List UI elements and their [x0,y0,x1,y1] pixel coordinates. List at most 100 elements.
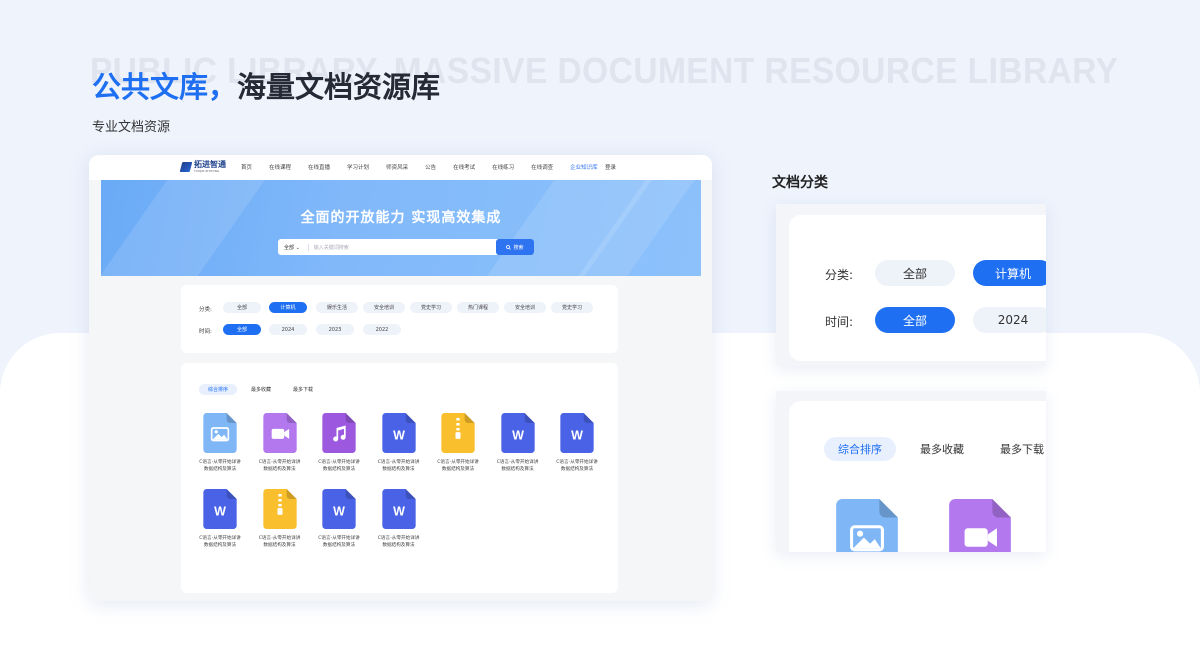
word-icon: W [203,489,237,529]
hero-banner: 全面的开放能力 实现高效集成 全部 ⌄ 输入关键词搜索 搜索 [101,180,701,276]
logo-subtext: TUOJIN ZHITONG [194,169,220,173]
svg-text:W: W [571,429,583,443]
time-label: 时间: [825,315,854,329]
logo-mark-icon [179,162,193,172]
nav-item[interactable]: 首页 [241,163,252,171]
banner-title: 全面的开放能力 实现高效集成 [300,210,502,226]
image-icon [203,413,237,453]
sort-tab[interactable]: 最多下载 [284,384,322,395]
category-chip[interactable]: 热门课程 [457,302,499,313]
music-icon [322,413,356,453]
category-chip[interactable]: 计算机 [269,302,307,313]
nav-item[interactable]: 在线考试 [453,163,475,171]
file-item[interactable]: W C语言-从零开始详讲 数据结构及算法 [547,413,607,473]
document-results: 综合排序 最多收藏 最多下载 C语言-从零开始详讲 数据结构及算法 C语言-从零开始详讲数… [181,363,618,593]
word-icon: W [381,413,416,453]
file-name: C语言-从零开始详讲 数据结构及算法 [377,460,420,472]
sort-tab-favorites[interactable]: 最多收藏 [911,437,973,461]
website-mockup: 拓进智通 TUOJIN ZHITONG 首页 在线课程 在线直播 学习计划 师资风采 公告… [89,155,712,601]
category-chip-all[interactable]: 全部 [875,260,955,286]
svg-text:W: W [393,505,405,519]
sort-tab-default[interactable]: 综合排序 [824,437,896,461]
filter-detail-card: 分类: 全部 计算机 时间: 全部 2024 [789,215,1046,361]
page-title: 公共文库，海量文档资源库 [92,64,440,106]
file-name: C语言-从零开始详讲 数据结构及算法 [377,536,420,548]
file-item[interactable]: W C语言-从零开始详讲 数据结构及算法 [309,489,369,549]
nav-item[interactable]: 在线课程 [269,163,291,171]
category-chip[interactable]: 党史学习 [410,302,452,313]
svg-text:W: W [512,429,524,443]
category-chip[interactable]: 安全培训 [363,302,405,313]
file-item[interactable]: W C语言-从零开始详讲 数据结构及算法 [488,413,548,473]
file-item[interactable]: C语言-从零开始详讲 数据结构及算法 [250,489,310,549]
category-label: 分类: [825,268,854,282]
file-item[interactable]: W C语言-从零开始详讲 数据结构及算法 [369,413,429,473]
nav-item[interactable]: 学习计划 [347,163,369,171]
word-icon: W [500,413,535,453]
file-name: C语言-从零开始详讲 数据结构及算法 [556,460,598,472]
file-item[interactable]: C语言-从零开始详讲 数据结构及算法 [309,413,369,473]
file-name: C语言-从零开始详讲 数据结构及算法 [258,460,301,472]
time-chip-all[interactable]: 全部 [875,307,955,333]
nav-item[interactable]: 在线调查 [531,163,553,171]
svg-text:W: W [214,505,226,519]
file-name: C语言-从零开始详讲 数据结构及算法 [258,536,301,548]
login-link[interactable]: 登录 [605,163,616,171]
video-file-icon [949,499,1011,552]
category-chip[interactable]: 娱乐生活 [316,302,358,313]
top-navbar: 拓进智通 TUOJIN ZHITONG 首页 在线课程 在线直播 学习计划 师资风采 公告… [89,155,712,180]
sort-detail-zoom: 综合排序 最多收藏 最多下载 [776,391,1046,552]
svg-text:W: W [333,505,345,519]
sort-detail-card: 综合排序 最多收藏 最多下载 [789,401,1046,552]
time-chip-2024[interactable]: 2024 [973,307,1046,333]
nav-item[interactable]: 在线直播 [308,163,330,171]
zip-icon [441,413,475,453]
file-name: C语言-从零开始详讲 数据结构及算法 [437,460,479,472]
filter-panel: 分类: 时间: 全部 计算机 娱乐生活 安全培训 党史学习 热门课程 安全培训 党史学习 全部 2… [181,285,618,353]
sort-tab[interactable]: 最多收藏 [242,384,280,395]
title-rest: 海量文档资源库 [237,70,441,104]
category-chip[interactable]: 全部 [223,302,261,313]
category-chip-computer[interactable]: 计算机 [973,260,1046,286]
zip-icon [262,489,297,529]
title-accent: 公共文库， [92,70,238,104]
nav-item[interactable]: 在线练习 [492,163,514,171]
time-chip[interactable]: 2023 [316,324,354,335]
category-chip[interactable]: 安全培训 [504,302,546,313]
site-logo[interactable]: 拓进智通 TUOJIN ZHITONG [179,161,226,173]
file-item[interactable]: C语言-从零开始详讲 数据结构及算法 [428,413,488,473]
sort-tab[interactable]: 综合排序 [199,384,237,395]
file-name: C语言-从零开始详讲 数据结构及算法 [199,536,241,548]
file-item[interactable]: C语言-从零开始详讲 数据结构及算法 [190,413,250,473]
file-item[interactable]: C语言-从零开始详讲 数据结构及算法 [250,413,310,473]
word-icon: W [322,489,356,529]
file-name: C语言-从零开始详讲 数据结构及算法 [199,460,241,472]
file-name: C语言-从零开始详讲 数据结构及算法 [318,536,360,548]
category-chip[interactable]: 党史学习 [551,302,593,313]
file-item[interactable]: W C语言-从零开始详讲 数据结构及算法 [369,489,429,549]
nav-item[interactable]: 师资风采 [386,163,408,171]
word-icon: W [560,413,594,453]
file-item[interactable]: W C语言-从零开始详讲 数据结构及算法 [190,489,250,549]
time-chip[interactable]: 全部 [223,324,261,335]
nav-item[interactable]: 企业知识库 [570,163,598,171]
image-file-icon [836,499,898,552]
sort-tab-downloads[interactable]: 最多下载 [991,437,1046,461]
category-label: 分类: [199,307,212,313]
word-icon: W [381,489,416,529]
file-name: C语言-从零开始详讲 数据结构及算法 [318,460,360,472]
time-label: 时间: [199,329,212,335]
time-chip[interactable]: 2024 [269,324,307,335]
video-icon [262,413,297,453]
search-bar: 全部 ⌄ 输入关键词搜索 搜索 [278,239,534,255]
svg-text:W: W [393,429,405,443]
filter-detail-zoom: 分类: 全部 计算机 时间: 全部 2024 [776,204,1046,366]
search-scope-select[interactable]: 全部 ⌄ [284,244,300,251]
nav-item[interactable]: 公告 [425,163,436,171]
time-chip[interactable]: 2022 [363,324,401,335]
banner-decoration [101,180,277,276]
page-subtitle: 专业文档资源 [92,120,171,135]
section-label: 文档分类 [772,175,828,191]
search-button[interactable]: 搜索 [496,239,534,255]
search-input[interactable]: 输入关键词搜索 [307,243,349,251]
